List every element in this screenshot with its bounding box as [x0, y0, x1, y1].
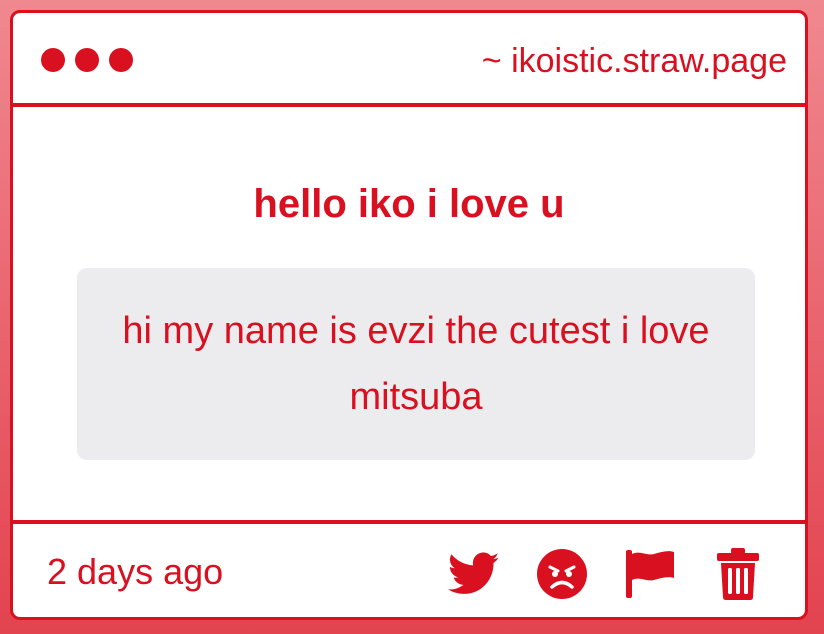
window-dot [109, 48, 133, 72]
flag-icon [626, 550, 674, 598]
card-footer: 2 days ago [13, 520, 805, 617]
message-card: ~ ikoistic.straw.page hello iko i love u… [10, 10, 808, 620]
angry-face-icon [537, 549, 587, 599]
twitter-icon [448, 552, 500, 594]
message-text: hi my name is evzi the cutest i love mit… [122, 310, 710, 418]
window-dot [75, 48, 99, 72]
card-header: ~ ikoistic.straw.page [13, 13, 805, 107]
report-button[interactable] [623, 548, 677, 600]
trash-icon [717, 548, 759, 600]
page-url[interactable]: ~ ikoistic.straw.page [482, 41, 787, 81]
window-dots [41, 48, 133, 72]
delete-button[interactable] [711, 548, 765, 600]
react-button[interactable] [535, 548, 589, 600]
action-bar [447, 548, 765, 600]
twitter-share-button[interactable] [447, 548, 501, 600]
post-timestamp: 2 days ago [47, 551, 224, 592]
post-title: hello iko i love u [253, 182, 565, 226]
window-dot [41, 48, 65, 72]
message-box: hi my name is evzi the cutest i love mit… [77, 268, 755, 460]
